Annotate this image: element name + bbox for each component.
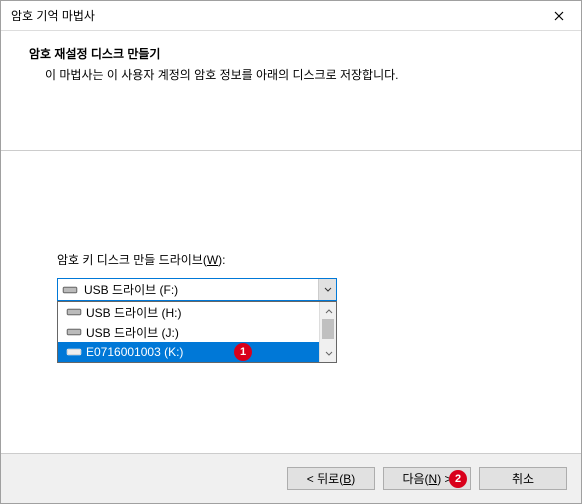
page-description: 이 마법사는 이 사용자 계정의 암호 정보를 아래의 디스크로 저장합니다. — [29, 66, 553, 83]
next-pre: 다음( — [402, 470, 428, 487]
scrollbar[interactable] — [319, 302, 336, 362]
content-section: 암호 키 디스크 만들 드라이브(W): USB 드라이브 (F:) USB 드… — [1, 151, 581, 453]
scroll-down-icon[interactable] — [320, 345, 337, 362]
annotation-badge-1: 1 — [234, 343, 252, 361]
close-icon — [554, 11, 564, 21]
label-pre: 암호 키 디스크 만들 드라이브( — [57, 253, 207, 267]
label-accel: W — [207, 253, 218, 267]
dropdown-option[interactable]: USB 드라이브 (J:) — [58, 322, 336, 342]
next-accel: N — [429, 472, 438, 486]
label-post: ): — [218, 253, 225, 267]
option-label: USB 드라이브 (H:) — [86, 304, 182, 321]
back-button[interactable]: < 뒤로(B) — [287, 467, 375, 490]
usb-drive-icon — [66, 346, 86, 358]
scroll-thumb[interactable] — [322, 319, 334, 339]
back-post: ) — [351, 472, 355, 486]
drive-combobox[interactable]: USB 드라이브 (F:) USB 드라이브 (H:) USB 드라이브 (J:… — [57, 278, 337, 301]
scroll-up-icon[interactable] — [320, 302, 337, 319]
cancel-button[interactable]: 취소 — [479, 467, 567, 490]
page-title: 암호 재설정 디스크 만들기 — [29, 45, 553, 62]
chevron-down-icon[interactable] — [318, 279, 336, 300]
usb-drive-icon — [66, 326, 86, 338]
dropdown-option-selected[interactable]: E0716001003 (K:) 1 — [58, 342, 336, 362]
option-label: E0716001003 (K:) — [86, 345, 183, 359]
wizard-window: 암호 기억 마법사 암호 재설정 디스크 만들기 이 마법사는 이 사용자 계정… — [0, 0, 582, 504]
combobox-selected-text: USB 드라이브 (F:) — [82, 281, 318, 298]
dropdown-option[interactable]: USB 드라이브 (H:) — [58, 302, 336, 322]
dropdown-list: USB 드라이브 (H:) USB 드라이브 (J:) E0716001003 … — [57, 301, 337, 363]
drive-field-label: 암호 키 디스크 만들 드라이브(W): — [57, 251, 525, 268]
back-accel: B — [343, 472, 351, 486]
close-button[interactable] — [536, 1, 581, 31]
cancel-label: 취소 — [512, 470, 534, 487]
annotation-badge-2: 2 — [449, 470, 467, 488]
usb-drive-icon — [62, 284, 82, 296]
back-pre: < 뒤로( — [307, 470, 343, 487]
option-label: USB 드라이브 (J:) — [86, 324, 179, 341]
usb-drive-icon — [66, 306, 86, 318]
button-bar: < 뒤로(B) 다음(N) > 2 취소 — [1, 453, 581, 503]
window-title: 암호 기억 마법사 — [11, 7, 95, 24]
titlebar: 암호 기억 마법사 — [1, 1, 581, 31]
next-button[interactable]: 다음(N) > 2 — [383, 467, 471, 490]
header-section: 암호 재설정 디스크 만들기 이 마법사는 이 사용자 계정의 암호 정보를 아… — [1, 31, 581, 151]
